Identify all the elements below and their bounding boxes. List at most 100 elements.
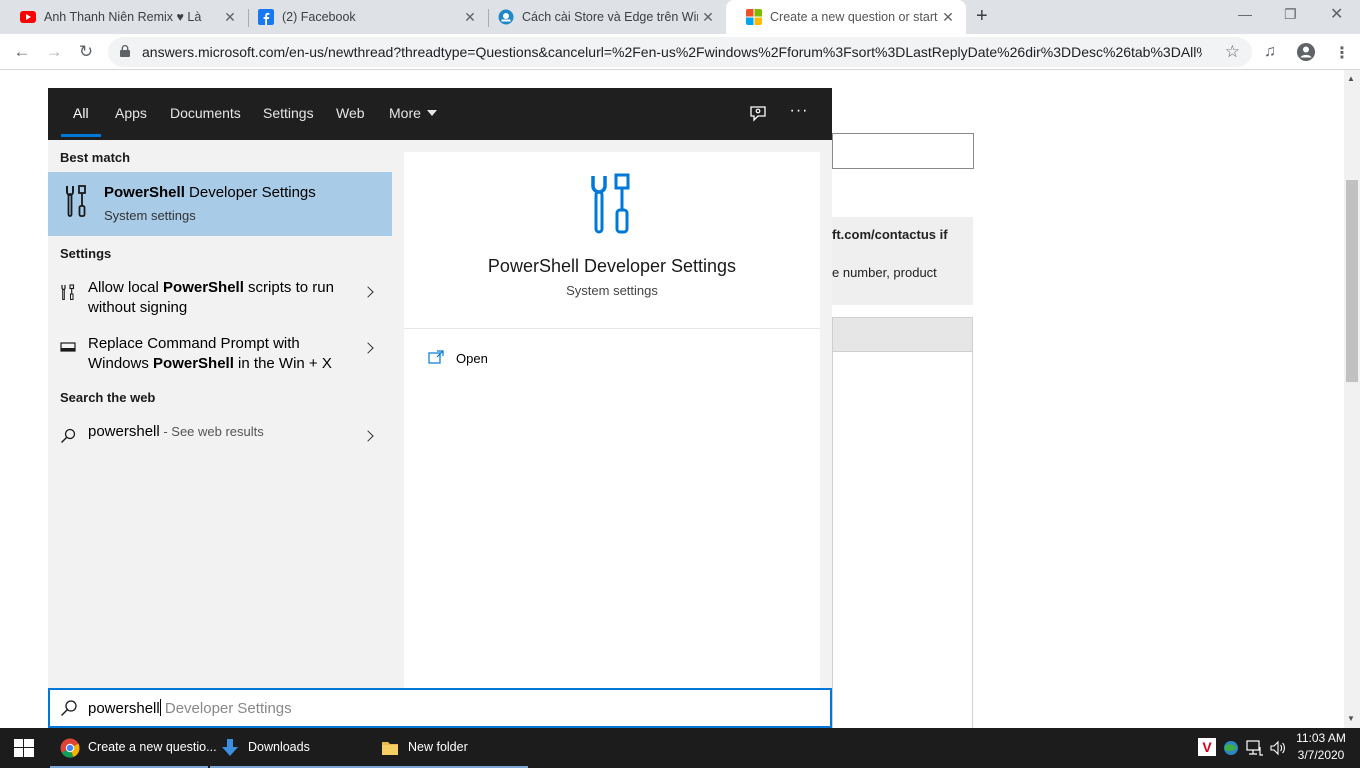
profile-avatar-icon[interactable] [1296, 42, 1316, 62]
best-match-subtitle: System settings [104, 208, 196, 223]
volume-icon[interactable] [1270, 740, 1286, 756]
more-options-icon[interactable]: ··· [789, 102, 809, 122]
taskbar-item-chrome[interactable]: Create a new questio... [50, 728, 217, 768]
tab-settings[interactable]: Settings [263, 88, 314, 140]
clock-date: 3/7/2020 [1297, 748, 1345, 762]
close-icon[interactable]: ✕ [938, 9, 958, 26]
web-search-text: powershell - See web results [88, 423, 264, 440]
note-line-2: e number, product [832, 265, 937, 280]
scroll-up-icon[interactable]: ▲ [1347, 74, 1355, 83]
settings-result-allow-scripts[interactable]: Allow local PowerShell scripts to run wi… [48, 278, 392, 328]
browser-toolbar: ← → ↻ answers.microsoft.com/en-us/newthr… [0, 34, 1360, 70]
settings-result-replace-cmd[interactable]: Replace Command Prompt with Windows Powe… [48, 334, 392, 384]
clock-time: 11:03 AM [1296, 731, 1346, 745]
vivaldi-tray-icon[interactable]: V [1198, 738, 1216, 756]
tab-more-label: More [389, 105, 421, 121]
url-text: answers.microsoft.com/en-us/newthread?th… [142, 44, 1202, 60]
tab-documents[interactable]: Documents [170, 88, 241, 140]
autocomplete-hint: Developer Settings [160, 700, 292, 717]
best-match-result[interactable]: PowerShell Developer Settings System set… [48, 172, 392, 236]
search-input[interactable]: powershell Developer Settings [88, 699, 292, 717]
preview-divider [404, 328, 820, 329]
best-match-title: PowerShell Developer Settings [104, 184, 316, 201]
tab-title: Create a new question or start a [770, 10, 938, 24]
scroll-down-icon[interactable]: ▼ [1347, 714, 1355, 723]
facebook-icon [258, 9, 274, 25]
network-icon[interactable] [1246, 740, 1264, 756]
developer-settings-icon [591, 173, 630, 234]
windows-taskbar: Create a new questio... Downloads New fo… [0, 728, 1360, 768]
results-list: Best match PowerShell Developer Settings… [48, 140, 392, 688]
taskbar-item-new-folder[interactable]: New folder [370, 728, 528, 768]
tab-title: (2) Facebook [282, 10, 356, 24]
settings-result-text: Allow local PowerShell scripts to run wi… [88, 279, 334, 316]
new-tab-button[interactable]: + [976, 5, 988, 28]
media-control-icon[interactable]: ♫ [1264, 43, 1276, 61]
downloads-icon [222, 739, 238, 756]
search-web-header: Search the web [60, 390, 156, 405]
page-text-editor[interactable] [832, 317, 973, 737]
page-scrollbar[interactable]: ▲ ▼ [1344, 70, 1360, 728]
lock-icon [120, 45, 130, 57]
youtube-icon [20, 11, 36, 23]
minimize-icon[interactable]: — [1238, 6, 1252, 22]
menu-dots-icon[interactable]: ⋮ [1334, 43, 1350, 63]
tab-facebook[interactable]: (2) Facebook ✕ [238, 0, 488, 34]
settings-result-text: Replace Command Prompt with Windows Powe… [88, 335, 332, 372]
close-icon[interactable]: ✕ [220, 9, 240, 26]
reload-icon[interactable]: ↻ [75, 41, 97, 63]
window-close-icon[interactable]: ✕ [1330, 4, 1343, 24]
tab-active-new-question[interactable]: Create a new question or start a ✕ [726, 0, 966, 34]
tab-youtube[interactable]: Anh Thanh Niên Remix ♥ Là ✕ [0, 0, 248, 34]
restore-icon[interactable]: ❐ [1284, 6, 1297, 23]
scrollbar-thumb[interactable] [1346, 180, 1358, 382]
folder-icon [382, 742, 398, 755]
editor-toolbar [833, 318, 972, 352]
taskbar-item-downloads[interactable]: Downloads [210, 728, 370, 768]
open-action[interactable]: Open [456, 351, 488, 366]
web-search-result[interactable]: powershell - See web results [48, 422, 392, 472]
address-bar[interactable]: answers.microsoft.com/en-us/newthread?th… [108, 37, 1252, 67]
tab-more[interactable]: More [389, 88, 437, 140]
site-icon [498, 9, 514, 25]
chevron-right-icon[interactable] [362, 286, 374, 298]
settings-header: Settings [60, 246, 112, 261]
back-arrow-icon[interactable]: ← [11, 41, 33, 63]
note-line-1: ft.com/contactus if [832, 227, 948, 242]
search-icon [61, 700, 77, 716]
chevron-right-icon[interactable] [362, 342, 374, 354]
search-box[interactable]: powershell Developer Settings [48, 688, 832, 728]
close-icon[interactable]: ✕ [460, 9, 480, 26]
chevron-right-icon[interactable] [362, 430, 374, 442]
tab-all[interactable]: All [61, 88, 100, 140]
taskbar-item-label: Downloads [248, 740, 310, 754]
page-info-note: ft.com/contactus if e number, product [832, 217, 973, 305]
taskbar-item-label: New folder [408, 740, 468, 754]
microsoft-icon [746, 9, 762, 25]
tab-store-edge[interactable]: Cách cài Store và Edge trên Wind ✕ [478, 0, 726, 34]
windows-start-icon[interactable] [14, 739, 34, 757]
open-icon[interactable] [428, 350, 444, 364]
chrome-icon [60, 738, 80, 758]
taskbar-settings-icon [60, 342, 76, 352]
network-globe-icon[interactable] [1222, 739, 1240, 757]
developer-settings-icon [61, 284, 75, 300]
tab-apps[interactable]: Apps [115, 88, 147, 140]
best-match-header: Best match [60, 150, 131, 165]
bookmark-star-icon[interactable]: ☆ [1225, 42, 1240, 62]
tab-title: Anh Thanh Niên Remix ♥ Là [44, 10, 202, 24]
developer-settings-icon [66, 185, 86, 217]
page-subject-input[interactable] [832, 133, 974, 169]
feedback-icon[interactable] [748, 104, 768, 124]
system-clock[interactable]: 11:03 AM 3/7/2020 [1288, 730, 1354, 764]
browser-tab-strip: Anh Thanh Niên Remix ♥ Là ✕ (2) Facebook… [0, 0, 1360, 34]
search-filter-tabs: All Apps Documents Settings Web More ··· [48, 88, 832, 140]
taskbar-item-label: Create a new questio... [88, 740, 217, 754]
close-icon[interactable]: ✕ [698, 9, 718, 26]
result-preview-pane: PowerShell Developer Settings System set… [404, 152, 820, 700]
forward-arrow-icon[interactable]: → [43, 41, 65, 63]
chevron-down-icon [426, 110, 437, 116]
preview-title: PowerShell Developer Settings [487, 256, 737, 276]
preview-subtitle: System settings [566, 283, 658, 298]
tab-web[interactable]: Web [336, 88, 365, 140]
